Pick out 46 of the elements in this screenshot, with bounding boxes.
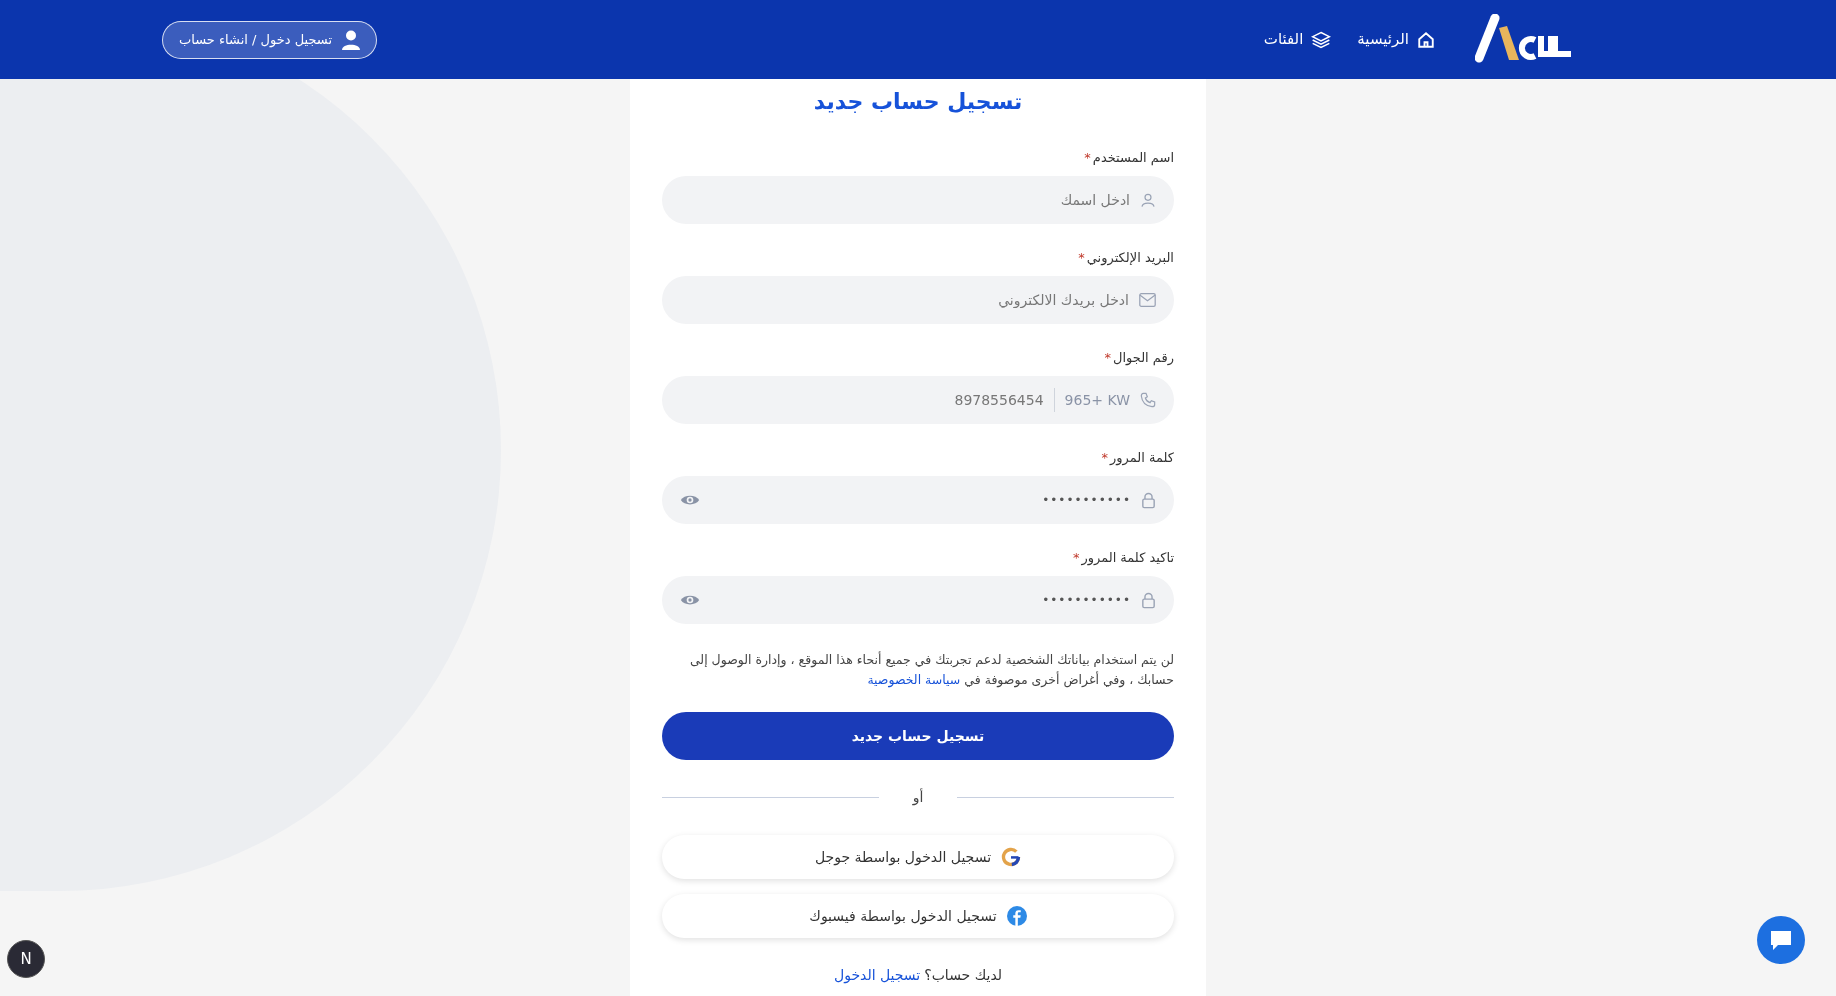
required-asterisk: * [1104, 349, 1111, 367]
required-asterisk: * [1078, 249, 1085, 267]
login-signup-button[interactable]: تسجيل دخول / انشاء حساب [162, 20, 377, 59]
facebook-icon [1006, 906, 1027, 926]
mail-icon [1139, 293, 1156, 307]
nav-link[interactable]: الفئات [1263, 28, 1332, 51]
chat-button[interactable] [1757, 916, 1805, 964]
email-field[interactable]: ادخل بريدك الالكتروني [662, 276, 1174, 324]
phone-icon [1140, 392, 1156, 408]
privacy-notice: لن يتم استخدام بياناتك الشخصية لدعم تجربتك في جميع أنحاء هذا الموقع ، وإدارة الوصول إلى حسابك ، وفي أغراض أخرى موصوفة في سياسة الخصوصية [688, 650, 1174, 690]
required-asterisk: * [1072, 549, 1080, 567]
register-button[interactable]: تسجيل حساب جديد [662, 712, 1174, 760]
login-link[interactable]: تسجيل الدخول [834, 965, 921, 986]
eye-icon[interactable] [680, 593, 700, 607]
password-field[interactable]: ••••••••••• [710, 591, 1131, 609]
google-login-button[interactable]: تسجيل الدخول بواسطة جوجل [662, 835, 1174, 879]
privacy-policy-link[interactable]: سياسة الخصوصية [867, 672, 961, 687]
user-icon [342, 29, 360, 50]
login-prompt: لديك حساب؟ [924, 966, 1003, 985]
nav-link[interactable]: الرئيسية [1357, 28, 1435, 51]
input-field[interactable]: ادخل بريدك الالكتروني [680, 289, 1129, 311]
phone-number-field[interactable]: 8978556454 [680, 389, 1044, 411]
input-field[interactable]: ادخل اسمك [680, 189, 1130, 211]
eye-icon[interactable] [680, 493, 700, 507]
user-icon [1140, 192, 1156, 208]
layers-icon [1311, 29, 1332, 50]
lock-icon [1141, 491, 1156, 509]
divider-text: أو [911, 787, 925, 808]
required-asterisk: * [1101, 449, 1109, 467]
facebook-login-button[interactable]: تسجيل الدخول بواسطة فيسبوك [662, 894, 1174, 938]
required-asterisk: * [1084, 149, 1091, 167]
chat-icon [1769, 929, 1793, 951]
field-label: رقم الجوال [1113, 349, 1174, 368]
password-field[interactable]: ••••••••••• [662, 576, 1174, 624]
lock-icon [1141, 591, 1156, 609]
password-field[interactable]: ••••••••••• [710, 491, 1131, 509]
field-label: كلمة المرور [1110, 449, 1174, 468]
name-field[interactable]: ادخل اسمك [662, 176, 1174, 224]
dev-badge[interactable]: N [7, 940, 45, 978]
home-icon [1417, 30, 1435, 49]
password-field[interactable]: ••••••••••• [662, 476, 1174, 524]
field-label: البريد الإلكتروني [1086, 249, 1174, 268]
google-icon [1001, 847, 1022, 867]
field-label: تاكيد كلمة المرور [1081, 549, 1174, 568]
field-label: اسم المستخدم [1092, 149, 1174, 168]
form-title: تسجيل حساب جديد [812, 88, 1024, 116]
